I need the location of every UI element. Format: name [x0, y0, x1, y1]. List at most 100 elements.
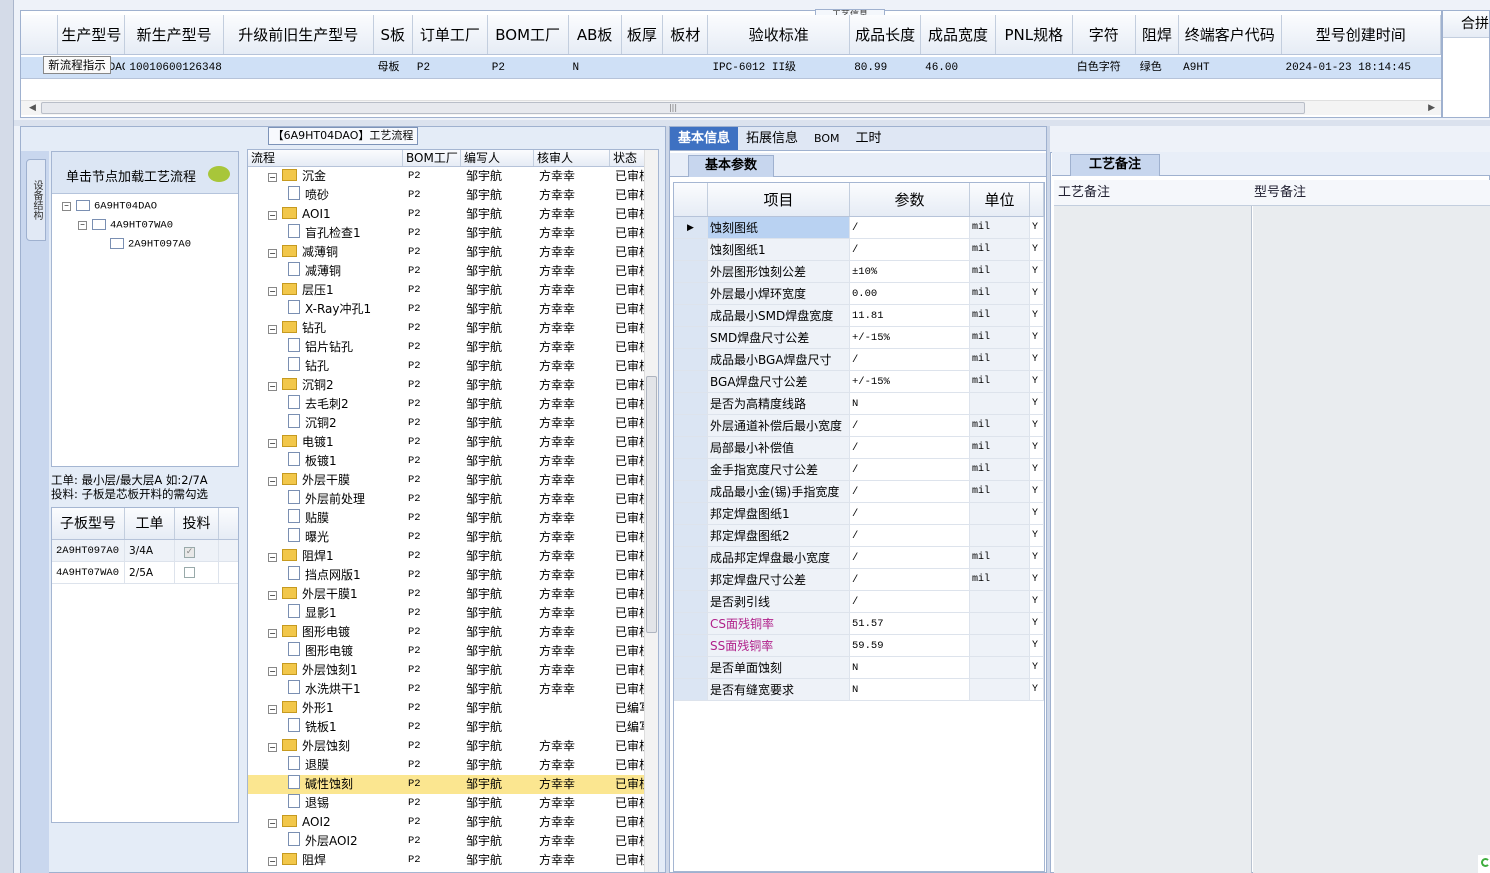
top-col-header[interactable]: 新生产型号 [125, 15, 224, 54]
top-col-header[interactable]: 生产型号 [58, 15, 126, 54]
top-col-header[interactable]: 终端客户代码 [1179, 15, 1282, 54]
flow-row[interactable]: 水洗烘干1 P2 邹宇航 方幸幸 已审核 [248, 680, 658, 699]
col-sub-model[interactable]: 子板型号 [52, 508, 125, 539]
top-col-header[interactable]: BOM工厂 [488, 15, 569, 54]
flow-col-header[interactable]: 核审人 [534, 150, 610, 166]
flow-row[interactable]: 铣板1 P2 邹宇航 已编写 [248, 718, 658, 737]
flow-row[interactable]: − 沉金 P2 邹宇航 方幸幸 已审核 [248, 167, 658, 186]
collapse-icon[interactable]: − [268, 667, 277, 676]
collapse-icon[interactable]: − [268, 629, 277, 638]
top-col-header[interactable]: PNL规格 [996, 15, 1073, 54]
collapse-icon[interactable]: − [268, 211, 277, 220]
sub-board-row[interactable]: 2A9HT097A0 3/4A ✓ [52, 540, 238, 562]
param-value-cell[interactable]: N [850, 657, 970, 678]
param-value-cell[interactable]: +/-15% [850, 371, 970, 392]
flow-col-header[interactable]: BOM工厂 [403, 150, 461, 166]
flow-row[interactable]: − 钻孔 P2 邹宇航 方幸幸 已审核 [248, 319, 658, 338]
col-feed[interactable]: 投料 [175, 508, 219, 539]
top-col-header[interactable]: 升级前旧生产型号 [224, 15, 374, 54]
top-col-header[interactable]: AB板 [569, 15, 622, 54]
scroll-left-arrow-icon[interactable]: ◀ [29, 101, 36, 116]
collapse-icon[interactable]: − [268, 857, 277, 866]
scroll-right-arrow-icon[interactable]: ▶ [1428, 101, 1435, 116]
flow-row[interactable]: − 外层蚀刻1 P2 邹宇航 方幸幸 已审核 [248, 661, 658, 680]
param-value-cell[interactable]: / [850, 591, 970, 612]
flow-row[interactable]: 沉铜2 P2 邹宇航 方幸幸 已审核 [248, 414, 658, 433]
speech-bubble-icon[interactable] [208, 166, 230, 182]
param-value-cell[interactable]: N [850, 393, 970, 414]
flow-row[interactable]: − 外层干膜 P2 邹宇航 方幸幸 已审核 [248, 471, 658, 490]
param-row[interactable]: 成品最小BGA焊盘尺寸 / mil Y [674, 349, 1044, 371]
flow-row[interactable]: − 层压1 P2 邹宇航 方幸幸 已审核 [248, 281, 658, 300]
sub-board-row[interactable]: 4A9HT07WA0 2/5A [52, 562, 238, 584]
param-row[interactable]: ▶ 蚀刻图纸 / mil Y [674, 217, 1044, 239]
tree-node-child[interactable]: −4A9HT07WA0 [78, 219, 173, 231]
top-col-header[interactable]: 订单工厂 [413, 15, 488, 54]
flow-row[interactable]: 曝光 P2 邹宇航 方幸幸 已审核 [248, 528, 658, 547]
param-row[interactable]: 成品邦定焊盘最小宽度 / mil Y [674, 547, 1044, 569]
flow-row[interactable]: − 外层干膜1 P2 邹宇航 方幸幸 已审核 [248, 585, 658, 604]
info-tab[interactable]: 拓展信息 [738, 127, 806, 150]
param-row[interactable]: CS面残铜率 51.57 Y [674, 613, 1044, 635]
param-row[interactable]: 邦定焊盘尺寸公差 / mil Y [674, 569, 1044, 591]
collapse-icon[interactable]: − [62, 202, 71, 212]
collapse-icon[interactable]: − [268, 325, 277, 334]
flow-row[interactable]: − 图形电镀 P2 邹宇航 方幸幸 已审核 [248, 623, 658, 642]
model-notes-field[interactable] [1253, 206, 1490, 873]
merge-header[interactable]: 合拼 [1443, 11, 1489, 38]
flow-row[interactable]: − 外形1 P2 邹宇航 已编写 [248, 699, 658, 718]
flow-row[interactable]: − AOI1 P2 邹宇航 方幸幸 已审核 [248, 205, 658, 224]
param-value-cell[interactable]: ±10% [850, 261, 970, 282]
feed-checkbox[interactable]: ✓ [184, 547, 195, 558]
param-row[interactable]: BGA焊盘尺寸公差 +/-15% mil Y [674, 371, 1044, 393]
collapse-icon[interactable]: − [268, 705, 277, 714]
param-row[interactable]: SMD焊盘尺寸公差 +/-15% mil Y [674, 327, 1044, 349]
collapse-icon[interactable]: − [78, 221, 87, 231]
col-item[interactable]: 项目 [708, 183, 850, 216]
flow-scroll-thumb[interactable] [646, 376, 657, 633]
collapse-icon[interactable]: − [268, 287, 277, 296]
flow-row[interactable]: 减薄铜 P2 邹宇航 方幸幸 已审核 [248, 262, 658, 281]
flow-col-header[interactable]: 流程 [248, 150, 403, 166]
param-row[interactable]: SS面残铜率 59.59 Y [674, 635, 1044, 657]
info-tab[interactable]: 基本信息 [670, 127, 739, 150]
top-col-header[interactable]: 型号创建时间 [1282, 15, 1442, 54]
param-row[interactable]: 成品最小SMD焊盘宽度 11.81 mil Y [674, 305, 1044, 327]
flow-row[interactable]: 显影1 P2 邹宇航 方幸幸 已审核 [248, 604, 658, 623]
param-value-cell[interactable]: / [850, 239, 970, 260]
flow-row[interactable]: X-Ray冲孔1 P2 邹宇航 方幸幸 已审核 [248, 300, 658, 319]
horizontal-scrollbar[interactable]: ◀ ||| ▶ [21, 100, 1441, 115]
basic-params-tab[interactable]: 基本参数 [688, 155, 775, 177]
param-value-cell[interactable]: / [850, 217, 970, 238]
tree-hint-bar[interactable]: 单击节点加载工艺流程 [52, 152, 238, 194]
collapse-icon[interactable]: − [268, 477, 277, 486]
collapse-icon[interactable]: − [268, 249, 277, 258]
flow-row[interactable]: 退膜 P2 邹宇航 方幸幸 已审核 [248, 756, 658, 775]
flow-row[interactable]: − 外层蚀刻 P2 邹宇航 方幸幸 已审核 [248, 737, 658, 756]
product-info-row[interactable]: 6A9HT04DAO10010600126348母板P2P2NIPC-6012 … [21, 57, 1441, 79]
flow-row[interactable]: 喷砂 P2 邹宇航 方幸幸 已审核 [248, 186, 658, 205]
param-value-cell[interactable]: 51.57 [850, 613, 970, 634]
flow-row[interactable]: 去毛刺2 P2 邹宇航 方幸幸 已审核 [248, 395, 658, 414]
col-unit[interactable]: 单位 [970, 183, 1030, 216]
feed-checkbox[interactable] [184, 567, 195, 578]
collapse-icon[interactable]: − [268, 591, 277, 600]
param-row[interactable]: 局部最小补偿值 / mil Y [674, 437, 1044, 459]
param-row[interactable]: 蚀刻图纸1/mil Y [674, 239, 1044, 261]
flow-row[interactable]: 铝片钻孔 P2 邹宇航 方幸幸 已审核 [248, 338, 658, 357]
flow-row[interactable]: − 阻焊 P2 邹宇航 方幸幸 已审核 [248, 851, 658, 870]
info-tab[interactable]: 工时 [848, 127, 890, 150]
tree-node-root[interactable]: −6A9HT04DAO [62, 200, 157, 212]
flow-row[interactable]: 外层前处理 P2 邹宇航 方幸幸 已审核 [248, 490, 658, 509]
param-value-cell[interactable]: N [850, 679, 970, 700]
param-row[interactable]: 成品最小金(锡)手指宽度 / mil Y [674, 481, 1044, 503]
top-col-header[interactable]: 板材 [663, 15, 709, 54]
param-value-cell[interactable]: / [850, 459, 970, 480]
param-row[interactable]: 邦定焊盘图纸2/ Y [674, 525, 1044, 547]
top-col-header[interactable]: 验收标准 [708, 15, 851, 54]
process-notes-field[interactable] [1054, 206, 1252, 873]
param-row[interactable]: 金手指宽度尺寸公差 / mil Y [674, 459, 1044, 481]
top-col-header[interactable]: 板厚 [622, 15, 664, 54]
param-value-cell[interactable]: / [850, 437, 970, 458]
flow-row[interactable]: − AOI2 P2 邹宇航 方幸幸 已审核 [248, 813, 658, 832]
